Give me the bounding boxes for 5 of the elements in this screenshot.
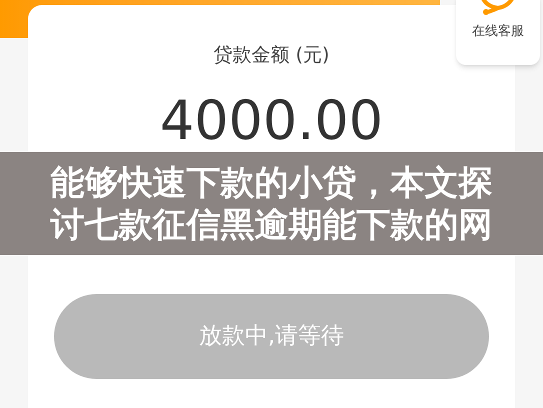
support-panel[interactable]: 在线客服: [456, 0, 540, 65]
support-label: 在线客服: [472, 23, 524, 41]
loan-amount: 4000.00: [160, 91, 384, 151]
caption-text: 能够快速下款的小贷，本文探讨七款征信黑逾期能下款的网: [50, 162, 492, 246]
loan-amount-label: 贷款金额 (元): [214, 43, 330, 67]
